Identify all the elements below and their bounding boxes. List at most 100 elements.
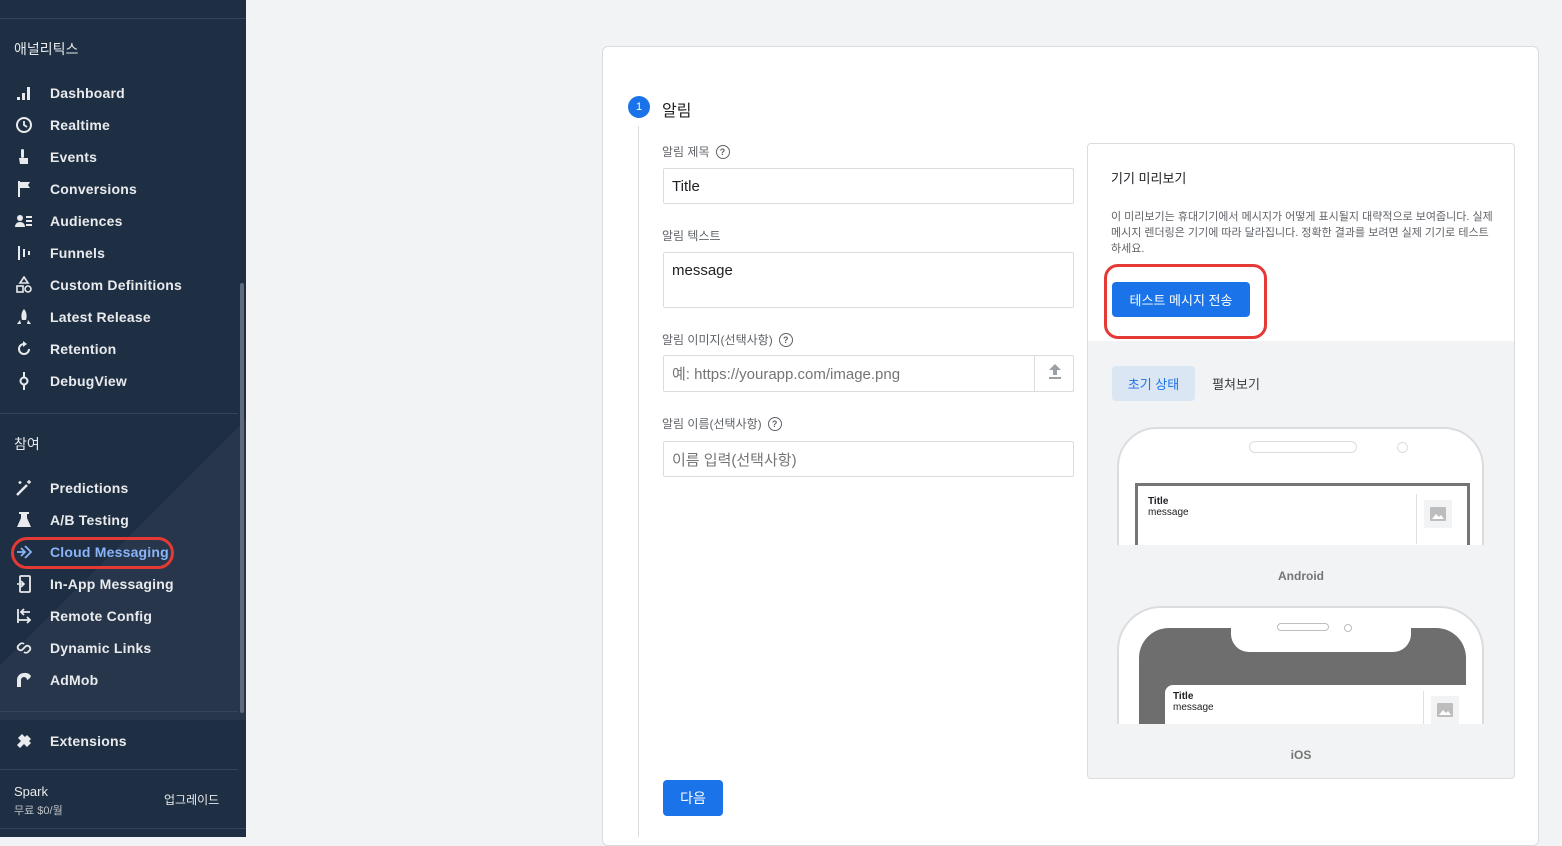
android-label: Android (1278, 569, 1324, 583)
sidebar-item-label: Remote Config (50, 608, 153, 624)
magic-wand-icon (14, 479, 34, 497)
name-placeholder: 이름 입력(선택사항) (672, 451, 797, 469)
tab-initial-state[interactable]: 초기 상태 (1112, 366, 1195, 401)
step-title: 알림 (662, 103, 692, 120)
sidebar-item-realtime[interactable]: Realtime (0, 109, 238, 141)
field-label-text: 알림 이미지(선택사항) (662, 333, 773, 347)
sidebar-item-events[interactable]: Events (0, 141, 238, 173)
notification-name-label: 알림 이름(선택사항) ? (662, 415, 782, 432)
image-placeholder-icon (1424, 500, 1452, 528)
sidebar-item-debugview[interactable]: DebugView (0, 365, 238, 397)
upgrade-button[interactable]: 업그레이드 (164, 791, 219, 808)
ios-speaker (1277, 623, 1329, 631)
sidebar-item-predictions[interactable]: Predictions (0, 472, 238, 504)
sidebar-item-custom-definitions[interactable]: Custom Definitions (0, 269, 238, 301)
cloud-messaging-icon (14, 543, 34, 561)
shapes-icon (14, 276, 34, 294)
rocket-icon (14, 308, 34, 326)
sidebar-item-label: Latest Release (50, 309, 151, 325)
audience-icon (14, 212, 34, 230)
sidebar-item-ab-testing[interactable]: A/B Testing (0, 504, 238, 536)
extensions-icon (14, 732, 34, 750)
sidebar-item-label: In-App Messaging (50, 576, 174, 592)
notification-preview-message: message (1148, 507, 1189, 518)
in-app-icon (14, 575, 34, 593)
bar-chart-icon (14, 84, 34, 102)
step-number-badge: 1 (628, 96, 650, 118)
upload-icon (1047, 362, 1063, 385)
sidebar-item-label: DebugView (50, 373, 128, 389)
sidebar-item-funnels[interactable]: Funnels (0, 237, 238, 269)
image-url-placeholder: 예: https://yourapp.com/image.png (672, 366, 901, 383)
sidebar-item-dashboard[interactable]: Dashboard (0, 77, 238, 109)
ios-phone-frame: Title message (1117, 606, 1484, 724)
sidebar-item-label: Dashboard (50, 85, 125, 101)
notification-title-input[interactable]: Title (663, 168, 1074, 204)
section-engage-heading: 참여 (14, 436, 40, 452)
tab-expanded[interactable]: 펼쳐보기 (1200, 366, 1272, 401)
sidebar-item-label: A/B Testing (50, 512, 129, 528)
remote-config-icon (14, 607, 34, 625)
sidebar-item-label: Realtime (50, 117, 110, 133)
sidebar-item-extensions[interactable]: Extensions (0, 725, 238, 757)
sidebar-item-label: Custom Definitions (50, 277, 182, 293)
notification-preview-message: message (1173, 702, 1214, 713)
divider (0, 828, 246, 829)
sidebar-item-remote-config[interactable]: Remote Config (0, 600, 238, 632)
preview-description: 이 미리보기는 휴대기기에서 메시지가 어떻게 표시될지 대략적으로 보여줍니다… (1111, 211, 1493, 255)
preview-header: 기기 미리보기 이 미리보기는 휴대기기에서 메시지가 어떻게 표시될지 대략적… (1088, 144, 1514, 341)
field-label-text: 알림 제목 (662, 145, 710, 159)
send-test-message-button[interactable]: 테스트 메시지 전송 (1112, 282, 1250, 317)
notification-image-label: 알림 이미지(선택사항) ? (662, 331, 793, 348)
debug-icon (14, 372, 34, 390)
sidebar-item-label: Funnels (50, 245, 106, 261)
notification-image-input[interactable]: 예: https://yourapp.com/image.png (663, 355, 1074, 392)
clock-icon (14, 116, 34, 134)
divider (0, 769, 238, 770)
step-connector-line (638, 126, 639, 837)
field-label-text: 알림 이름(선택사항) (662, 417, 762, 431)
image-placeholder-icon (1431, 696, 1459, 724)
ios-phone-mockup: Title message (1117, 606, 1486, 724)
sidebar-scrollbar[interactable] (240, 283, 244, 713)
notification-text-input[interactable]: message (663, 252, 1074, 308)
sidebar-item-in-app-messaging[interactable]: In-App Messaging (0, 568, 238, 600)
help-icon[interactable]: ? (778, 332, 793, 347)
notification-preview-title: Title (1173, 691, 1194, 702)
sidebar-item-admob[interactable]: AdMob (0, 664, 238, 696)
ios-notification: Title message (1165, 685, 1480, 724)
flask-icon (14, 511, 34, 529)
sidebar-item-label: Retention (50, 341, 117, 357)
android-phone-frame: Title message (1117, 427, 1484, 545)
sidebar-item-latest-release[interactable]: Latest Release (0, 301, 238, 333)
sidebar-item-label: AdMob (50, 672, 99, 688)
preview-title: 기기 미리보기 (1111, 171, 1187, 186)
touch-icon (14, 148, 34, 166)
ios-screen: Title message (1139, 626, 1480, 724)
ios-label: iOS (1290, 748, 1312, 762)
android-speaker (1249, 441, 1357, 453)
divider (0, 18, 246, 19)
retention-icon (14, 340, 34, 358)
help-icon[interactable]: ? (715, 144, 730, 159)
sidebar-item-dynamic-links[interactable]: Dynamic Links (0, 632, 238, 664)
sidebar-item-label: Audiences (50, 213, 123, 229)
sidebar-item-audiences[interactable]: Audiences (0, 205, 238, 237)
android-notification: Title message (1135, 483, 1470, 545)
sidebar-item-label: Extensions (50, 733, 127, 749)
next-button[interactable]: 다음 (663, 780, 723, 816)
android-camera (1397, 442, 1408, 453)
link-icon (14, 639, 34, 657)
upload-button[interactable] (1034, 355, 1074, 392)
notification-title-label: 알림 제목 ? (662, 143, 730, 160)
divider (1416, 494, 1417, 544)
sidebar-item-label: Predictions (50, 480, 129, 496)
divider (1423, 691, 1424, 724)
sidebar-item-cloud-messaging[interactable]: Cloud Messaging (0, 536, 238, 568)
plan-price: 무료 $0/월 (14, 805, 63, 817)
sidebar-item-retention[interactable]: Retention (0, 333, 238, 365)
sidebar-item-conversions[interactable]: Conversions (0, 173, 238, 205)
help-icon[interactable]: ? (767, 416, 782, 431)
notification-name-input[interactable]: 이름 입력(선택사항) (663, 441, 1074, 477)
divider (0, 413, 238, 414)
